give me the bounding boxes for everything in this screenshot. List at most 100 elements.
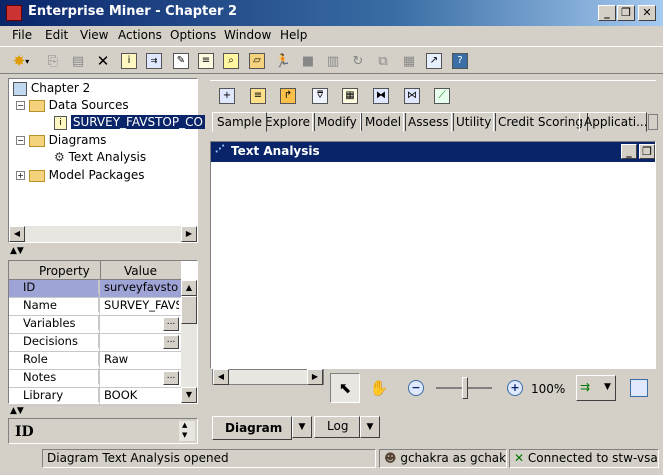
- zoom-in-icon[interactable]: +: [507, 380, 523, 396]
- tab-log[interactable]: Log: [314, 416, 360, 438]
- tab-scroll-icon[interactable]: [648, 114, 658, 130]
- paste-icon[interactable]: ▤: [67, 50, 89, 72]
- select-pointer-icon[interactable]: ⬉: [330, 373, 360, 403]
- input-data-icon[interactable]: +: [216, 85, 238, 107]
- property-row-variables[interactable]: Variables ...: [9, 316, 181, 334]
- notes-icon[interactable]: ≡: [195, 50, 217, 72]
- property-vertical-scrollbar[interactable]: ▲ ▼: [181, 280, 197, 403]
- property-row-library[interactable]: Library BOOK: [9, 388, 181, 406]
- diagram-title-bar[interactable]: ⋰ Text Analysis _ ❐: [211, 142, 655, 162]
- log-tab-chevron-down-icon[interactable]: ▼: [360, 416, 380, 438]
- table-icon: i: [54, 115, 67, 130]
- menu-edit[interactable]: Edit: [45, 28, 68, 42]
- refresh-icon[interactable]: ↻: [347, 50, 369, 72]
- folder-open-icon[interactable]: ▱: [246, 50, 268, 72]
- run-icon[interactable]: 🏃: [272, 50, 294, 72]
- filter-icon[interactable]: ⩢: [309, 85, 331, 107]
- diagram-tab-chevron-down-icon[interactable]: ▼: [292, 416, 312, 438]
- tree-node-model-packages[interactable]: + Model Packages: [16, 168, 145, 182]
- tab-credit-scoring[interactable]: Credit Scoring: [493, 112, 588, 132]
- tab-utility[interactable]: Utility: [451, 112, 497, 132]
- scroll-right-icon[interactable]: ▶: [181, 226, 197, 242]
- tab-modify[interactable]: Modify: [312, 112, 362, 132]
- scroll-down-icon[interactable]: ▼: [181, 387, 197, 403]
- scroll-left-icon[interactable]: ◀: [213, 369, 229, 385]
- copy-icon[interactable]: ⎘: [42, 50, 64, 72]
- notes-ellipsis-button[interactable]: ...: [163, 371, 179, 385]
- partition-icon[interactable]: ↱: [277, 85, 299, 107]
- scroll-up-icon[interactable]: ▲: [182, 421, 187, 429]
- tab-sample[interactable]: Sample: [212, 112, 267, 132]
- time-series-icon[interactable]: ⟋: [431, 85, 453, 107]
- variables-ellipsis-button[interactable]: ...: [163, 317, 179, 331]
- collapse-icon[interactable]: −: [16, 136, 25, 145]
- collapse-icon[interactable]: −: [16, 101, 25, 110]
- diagram-minimize-button[interactable]: _: [621, 144, 637, 159]
- scroll-down-icon[interactable]: ▼: [182, 431, 187, 439]
- file-import-icon[interactable]: ▦: [339, 85, 361, 107]
- property-row-decisions[interactable]: Decisions ...: [9, 334, 181, 352]
- tab-assess[interactable]: Assess: [403, 112, 454, 132]
- overview-icon[interactable]: [630, 379, 648, 397]
- decisions-ellipsis-button[interactable]: ...: [163, 335, 179, 349]
- scroll-left-icon[interactable]: ◀: [9, 226, 25, 242]
- scroll-up-icon[interactable]: ▲: [181, 280, 197, 296]
- tree-node-diagrams[interactable]: − Diagrams: [16, 133, 106, 147]
- tab-applications[interactable]: Applicati...: [579, 112, 647, 132]
- tree-node-project[interactable]: Chapter 2: [13, 81, 90, 96]
- splitter-arrows-icon[interactable]: ▲▼: [10, 406, 24, 416]
- menu-actions[interactable]: Actions: [118, 28, 162, 42]
- document-icon[interactable]: ✎: [170, 50, 192, 72]
- title-bar[interactable]: Enterprise Miner - Chapter 2 _ ❐ ✕: [0, 0, 663, 26]
- property-row-id[interactable]: ID surveyfavstop: [9, 280, 181, 298]
- stop-icon[interactable]: ■: [297, 50, 319, 72]
- diagram-horizontal-scrollbar[interactable]: ◀ ▶: [212, 369, 324, 385]
- menu-view[interactable]: View: [80, 28, 108, 42]
- splitter-arrows-icon[interactable]: ▲▼: [10, 246, 24, 256]
- flow-icon[interactable]: ⇉: [143, 50, 165, 72]
- minimize-button[interactable]: _: [598, 5, 616, 21]
- tree-node-diagram-item[interactable]: ⚙ Text Analysis: [54, 150, 146, 164]
- append-icon[interactable]: ⋈: [401, 85, 423, 107]
- pan-hand-icon[interactable]: ✋: [366, 375, 392, 401]
- report-icon[interactable]: ▦: [398, 50, 420, 72]
- tree-horizontal-scrollbar[interactable]: ◀ ▶: [9, 226, 197, 242]
- results-icon[interactable]: ▥: [322, 50, 344, 72]
- status-connection-text: Connected to stw-vsas: [527, 451, 659, 465]
- menu-help[interactable]: Help: [280, 28, 307, 42]
- property-name: Variables: [9, 316, 99, 330]
- compare-icon[interactable]: ⧉: [372, 50, 394, 72]
- new-icon[interactable]: ✸ ▾: [6, 50, 36, 72]
- connection-icon: ✕: [514, 451, 525, 465]
- zoom-slider-thumb[interactable]: [462, 377, 468, 399]
- node-icon[interactable]: i: [118, 50, 140, 72]
- zoom-out-icon[interactable]: −: [408, 380, 424, 396]
- expand-icon[interactable]: +: [16, 171, 25, 180]
- menu-options[interactable]: Options: [170, 28, 216, 42]
- tab-explore[interactable]: Explore: [260, 112, 316, 132]
- help-book-icon[interactable]: ?: [449, 50, 471, 72]
- diagram-icon: ⚙: [54, 150, 65, 164]
- tree-node-data-source-item[interactable]: i SURVEY_FAVSTOP_CO: [54, 115, 205, 130]
- merge-icon[interactable]: ⧓: [370, 85, 392, 107]
- property-row-notes[interactable]: Notes ...: [9, 370, 181, 388]
- menu-window[interactable]: Window: [224, 28, 271, 42]
- restore-button[interactable]: ❐: [617, 5, 635, 21]
- diagram-restore-button[interactable]: ❐: [639, 144, 655, 159]
- export-icon[interactable]: ↗: [423, 50, 445, 72]
- tab-diagram[interactable]: Diagram: [212, 416, 292, 440]
- description-scrollbar[interactable]: ▲ ▼: [179, 421, 195, 441]
- menu-file[interactable]: File: [12, 28, 32, 42]
- property-row-name[interactable]: Name SURVEY_FAVS: [9, 298, 181, 316]
- zoom-icon[interactable]: ⌕: [220, 50, 242, 72]
- tab-model[interactable]: Model: [360, 112, 407, 132]
- close-button[interactable]: ✕: [638, 5, 656, 21]
- diagram-workspace[interactable]: ⋰ Text Analysis _ ❐: [210, 141, 656, 369]
- sample-icon[interactable]: ≡: [247, 85, 269, 107]
- layout-dropdown[interactable]: ⇉ ▼: [576, 375, 616, 401]
- tree-node-data-sources[interactable]: − Data Sources: [16, 98, 129, 112]
- scroll-right-icon[interactable]: ▶: [307, 369, 323, 385]
- delete-icon[interactable]: ✕: [92, 50, 114, 72]
- property-row-role[interactable]: Role Raw: [9, 352, 181, 370]
- scroll-thumb[interactable]: [181, 296, 197, 324]
